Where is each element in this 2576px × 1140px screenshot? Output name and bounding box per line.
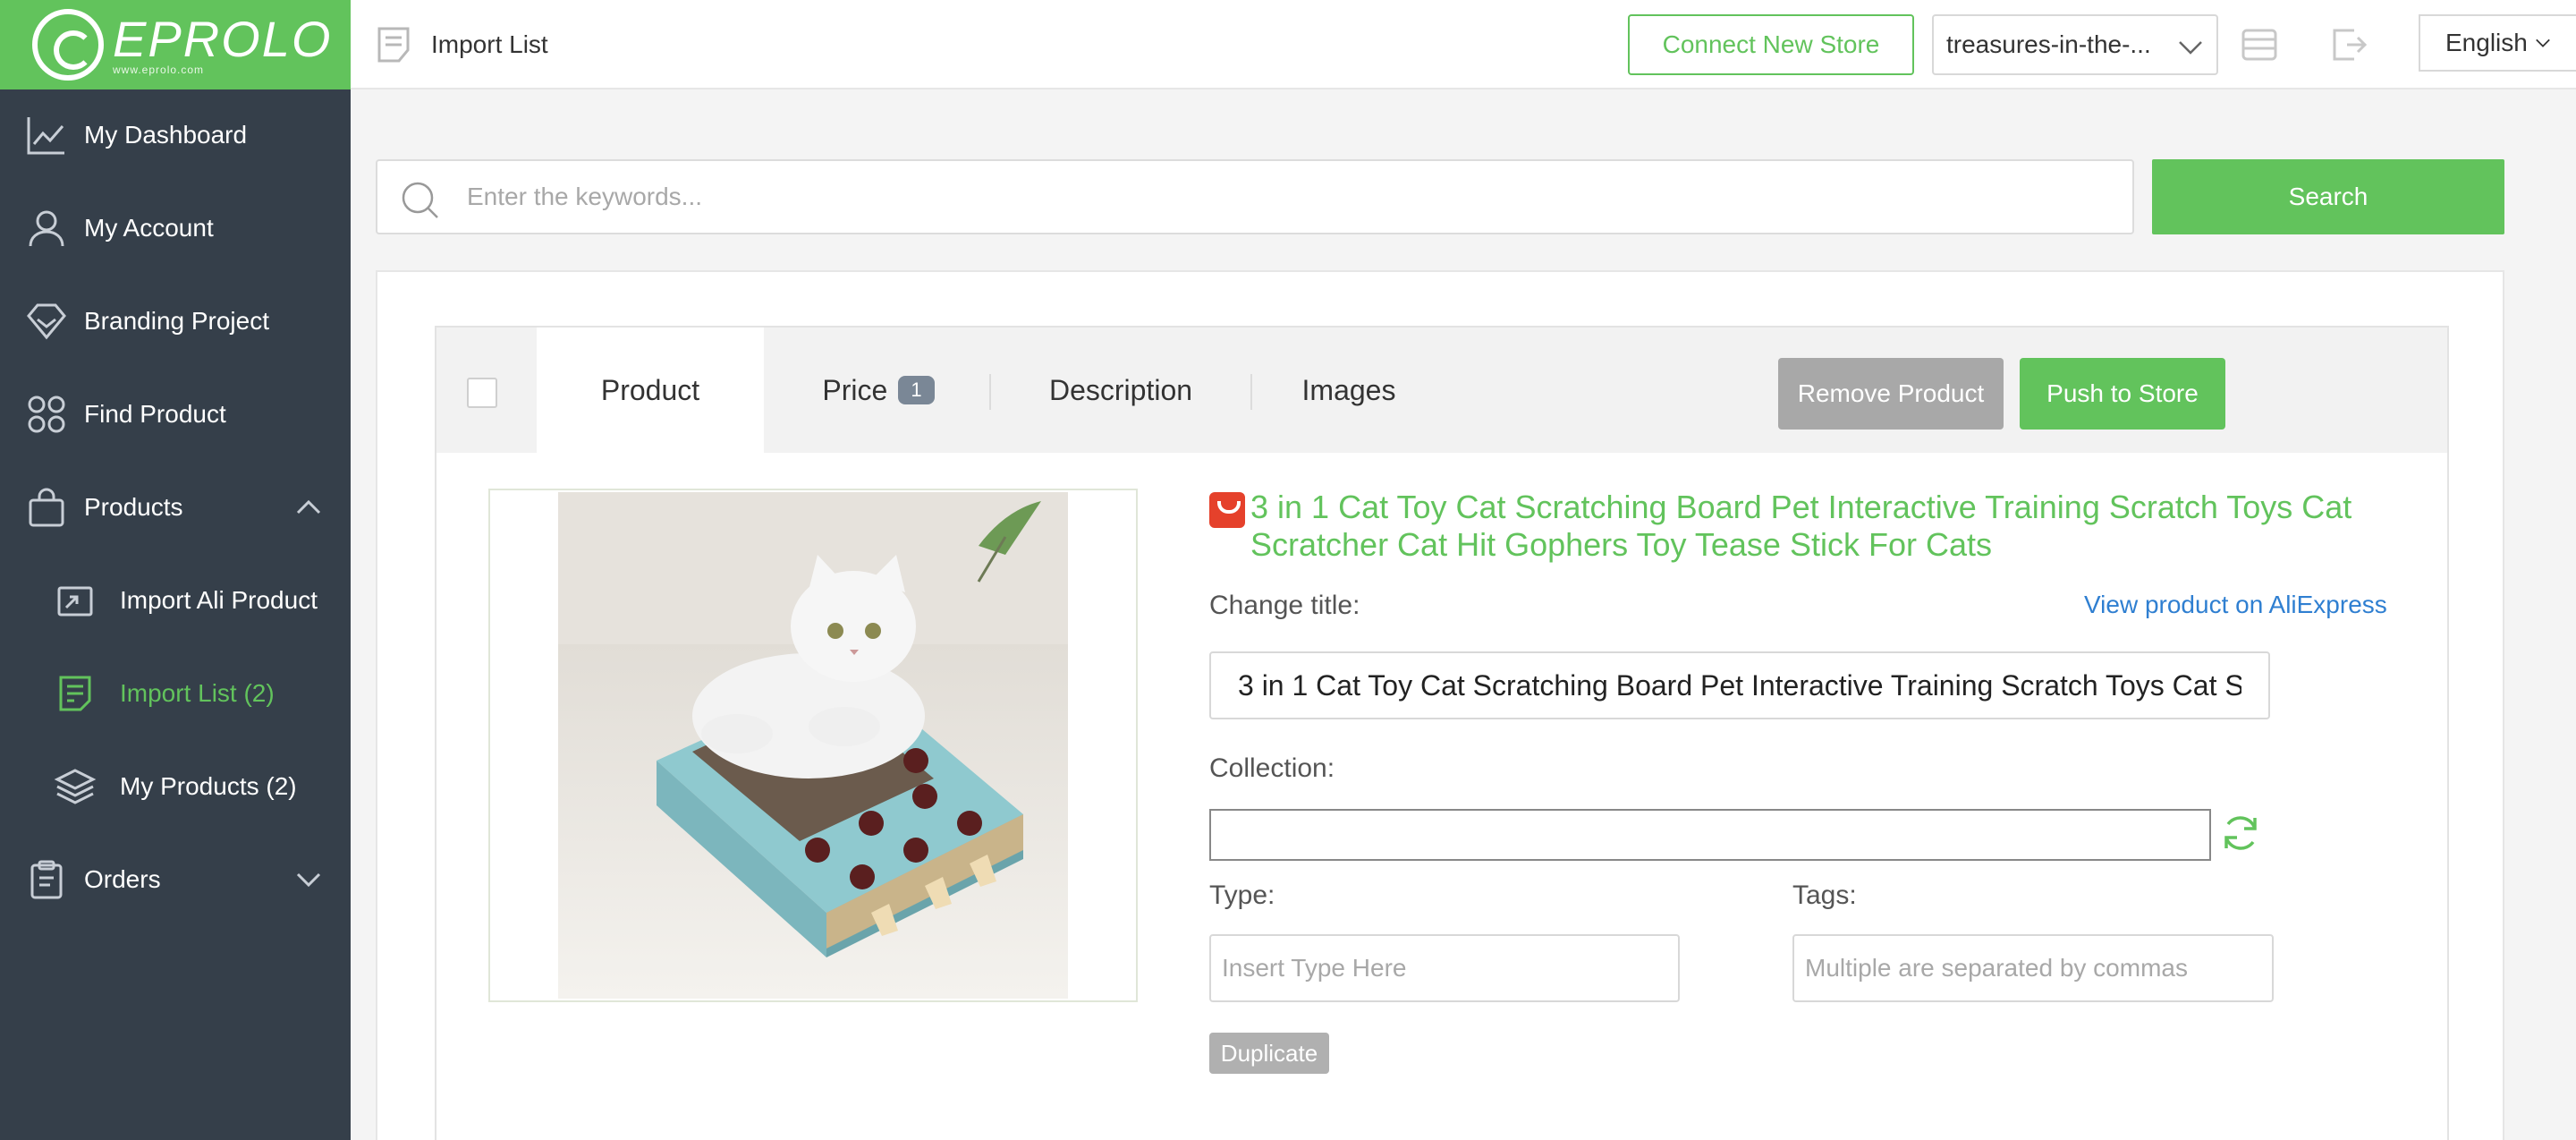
eprolo-logo[interactable]: EPROLO www.eprolo.com [0,0,351,89]
list-icon [377,27,410,63]
chevron-down-icon [2536,38,2550,47]
type-label: Type: [1209,881,1275,910]
product-tabs: Product Price 1 Description Images Remov… [436,328,2447,453]
push-to-store-button[interactable]: Push to Store [2020,358,2225,430]
search-box [376,159,2134,234]
title-input[interactable] [1209,651,2270,719]
aliexpress-icon [1209,492,1245,528]
tab-divider [1250,374,1252,410]
collection-select[interactable] [1209,809,2211,861]
import-icon [57,586,93,617]
collection-label: Collection: [1209,753,1335,783]
diamond-icon [27,303,66,340]
product-image-frame [488,489,1138,1002]
type-input[interactable] [1209,934,1680,1002]
brand-name: EPROLO [113,11,333,67]
tab-price[interactable]: Price 1 [798,328,959,453]
sidebar-item-import-list[interactable]: Import List (2) [0,653,351,734]
sidebar-item-my-products[interactable]: My Products (2) [0,746,351,827]
change-title-label: Change title: [1209,591,1360,620]
language-value: English [2445,29,2528,56]
product-image[interactable] [558,492,1068,999]
product-card: Product Price 1 Description Images Remov… [435,326,2449,1140]
sidebar: EPROLO www.eprolo.com My Dashboard My Ac… [0,0,351,1140]
sidebar-item-label: My Account [84,214,214,242]
sidebar-item-label: My Dashboard [84,121,248,149]
sidebar-item-label: Import Ali Product [120,586,318,614]
logout-icon[interactable] [2329,25,2368,64]
duplicate-button[interactable]: Duplicate [1209,1033,1329,1074]
bag-icon [29,488,64,527]
tab-images[interactable]: Images [1268,328,1429,453]
search-button[interactable]: Search [2152,159,2504,234]
tab-price-label: Price [822,373,888,406]
tags-input[interactable] [1792,934,2274,1002]
tags-label: Tags: [1792,881,1857,910]
user-icon [29,210,64,247]
tab-description[interactable]: Description [1009,328,1233,453]
price-count-badge: 1 [898,376,935,404]
sidebar-item-label: Import List (2) [120,679,275,707]
sidebar-item-find-product[interactable]: Find Product [0,374,351,455]
grid-icon [28,396,65,433]
connect-new-store-button[interactable]: Connect New Store [1628,14,1914,75]
tab-product[interactable]: Product [537,328,764,453]
breadcrumb: Import List [376,25,548,64]
remove-product-button[interactable]: Remove Product [1778,358,2004,430]
tab-divider [989,374,991,410]
store-select-value: treasures-in-the-... [1946,30,2151,58]
list-icon [59,676,91,711]
sidebar-item-my-dashboard[interactable]: My Dashboard [0,95,351,175]
sidebar-item-label: Find Product [84,400,226,428]
sidebar-item-branding-project[interactable]: Branding Project [0,281,351,362]
refresh-icon[interactable] [2218,811,2263,855]
sidebar-item-my-account[interactable]: My Account [0,188,351,268]
search-input[interactable] [467,172,2113,222]
store-select[interactable]: treasures-in-the-... [1932,14,2218,75]
clipboard-icon [30,860,63,899]
search-icon [402,182,438,218]
sidebar-item-label: Branding Project [84,307,270,335]
product-checkbox[interactable] [467,378,497,408]
page-title: Import List [431,30,548,58]
dashboard-chart-icon [27,117,64,155]
sidebar-item-products[interactable]: Products [0,467,351,548]
sidebar-item-label: Products [84,493,183,521]
chevron-down-icon [2179,41,2202,55]
view-on-aliexpress-link[interactable]: View product on AliExpress [2084,591,2387,619]
store-list-icon[interactable] [2240,25,2279,64]
sidebar-item-orders[interactable]: Orders [0,839,351,920]
logo-mark-icon [32,9,104,81]
chevron-down-icon [296,872,321,888]
layers-icon [54,769,97,804]
chevron-up-icon [296,499,321,515]
language-select[interactable]: English [2419,14,2576,72]
top-bar: Import List Connect New Store treasures-… [351,0,2576,89]
sidebar-item-label: My Products (2) [120,772,297,800]
product-title[interactable]: 3 in 1 Cat Toy Cat Scratching Board Pet … [1250,489,2413,564]
sidebar-item-label: Orders [84,865,161,893]
sidebar-item-import-ali-product[interactable]: Import Ali Product [0,560,351,641]
